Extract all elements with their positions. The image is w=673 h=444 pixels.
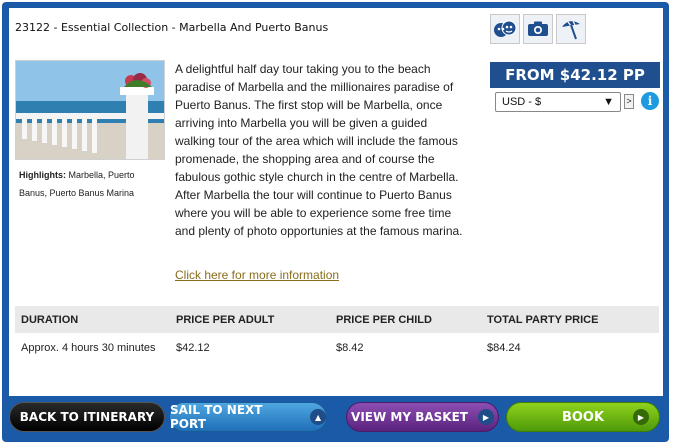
activity-icons	[490, 14, 586, 44]
highlights-label: Highlights:	[19, 170, 66, 180]
cell-duration: Approx. 4 hours 30 minutes	[21, 342, 156, 354]
chevron-down-icon: ▼	[603, 96, 614, 108]
currency-select[interactable]: USD - $ ▼	[495, 92, 621, 112]
tour-highlights: Highlights: Marbella, Puerto Banus, Puer…	[19, 166, 159, 202]
book-label: BOOK	[561, 409, 605, 425]
header-total-party: TOTAL PARTY PRICE	[487, 313, 599, 326]
back-to-itinerary-button[interactable]: BACK TO ITINERARY	[9, 402, 165, 432]
beach-umbrella-icon	[556, 14, 586, 44]
view-basket-label: VIEW MY BASKET	[351, 410, 468, 424]
sail-to-next-port-button[interactable]: SAIL TO NEXT PORT ▲	[169, 402, 327, 432]
tour-photo	[15, 60, 165, 160]
price-from-banner: FROM $42.12 PP	[490, 62, 660, 88]
arrow-right-icon: ▶	[633, 409, 649, 425]
sail-to-next-port-label: SAIL TO NEXT PORT	[170, 403, 263, 431]
table-row: Approx. 4 hours 30 minutes $42.12 $8.42 …	[15, 333, 659, 363]
arrow-right-icon: ▶	[477, 409, 494, 425]
currency-go-button[interactable]: >	[624, 94, 634, 109]
tour-title: 23122 - Essential Collection - Marbella …	[15, 21, 329, 34]
pricing-table-header: DURATION PRICE PER ADULT PRICE PER CHILD…	[15, 306, 659, 333]
back-to-itinerary-label: BACK TO ITINERARY	[19, 410, 155, 424]
book-button[interactable]: BOOK ▶	[506, 402, 660, 432]
info-icon[interactable]: i	[641, 92, 659, 110]
view-basket-button[interactable]: VIEW MY BASKET ▶	[346, 402, 499, 432]
header-price-adult: PRICE PER ADULT	[176, 313, 275, 326]
header-price-child: PRICE PER CHILD	[336, 313, 432, 326]
pricing-table: DURATION PRICE PER ADULT PRICE PER CHILD…	[15, 306, 659, 363]
cell-price-child: $8.42	[336, 342, 364, 354]
excursion-panel: 23122 - Essential Collection - Marbella …	[9, 8, 663, 396]
theatre-masks-icon	[490, 14, 520, 44]
cell-total-party: $84.24	[487, 342, 521, 354]
cell-price-adult: $42.12	[176, 342, 210, 354]
tour-description: A delightful half day tour taking you to…	[175, 62, 463, 238]
camera-icon	[523, 14, 553, 44]
more-info-link[interactable]: Click here for more information	[175, 268, 339, 282]
ship-icon: ▲	[310, 409, 326, 425]
currency-selected-value: USD - $	[502, 96, 542, 108]
header-duration: DURATION	[21, 313, 79, 326]
